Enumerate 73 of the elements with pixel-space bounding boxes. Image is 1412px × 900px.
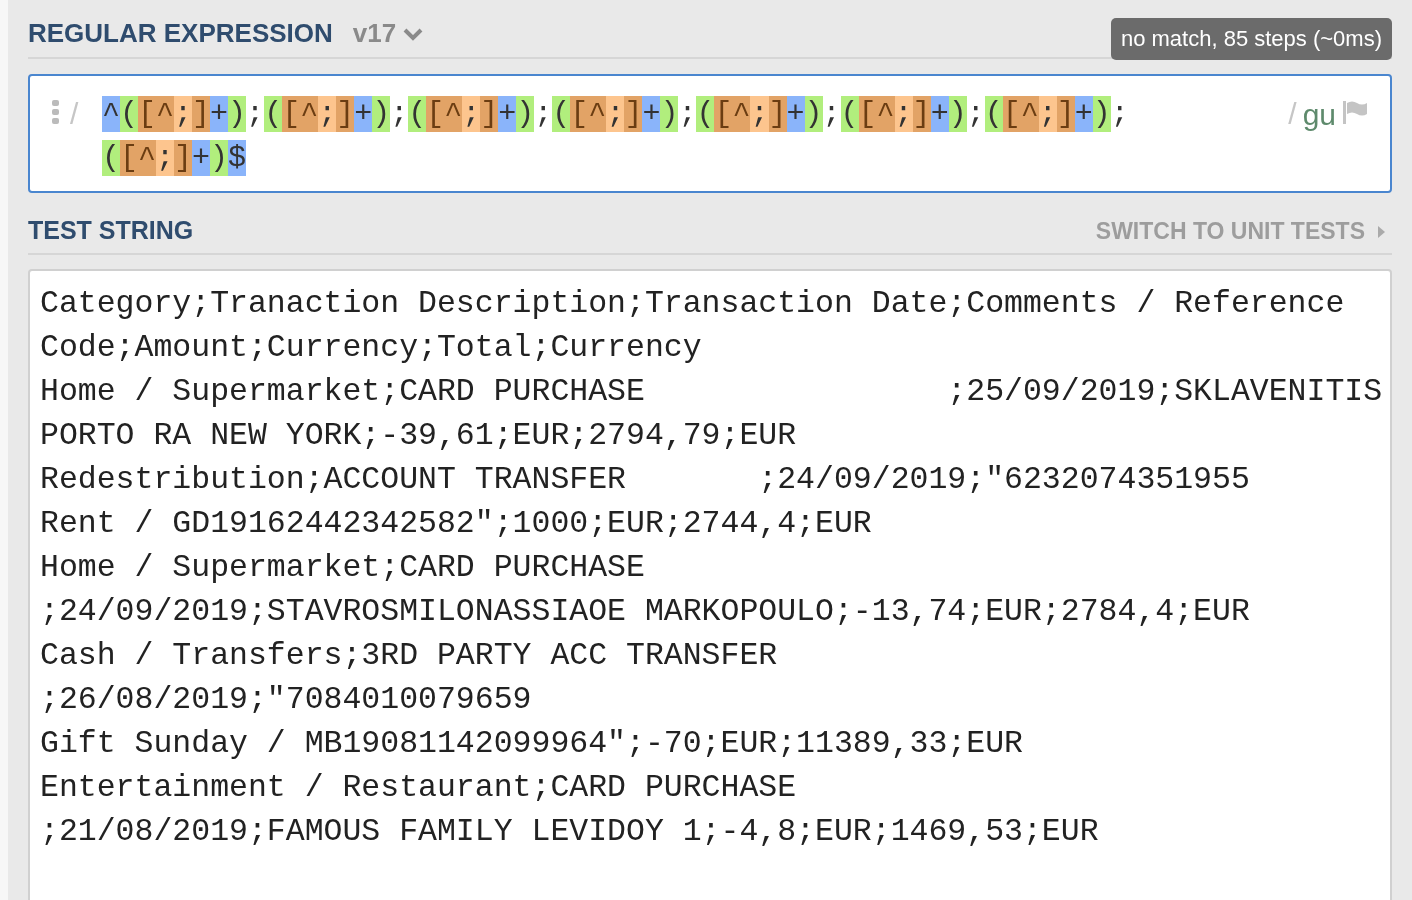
test-string-line: ;26/08/2019;"7084010079659 <box>40 681 533 719</box>
group-token: ( <box>264 96 283 132</box>
switch-link[interactable]: SWITCH TO UNIT TESTS <box>1095 218 1392 245</box>
test-string-line: Code;Amount;Currency;Total;Currency <box>40 329 703 367</box>
test-string-line: Entertainment / Restaurant;CARD PURCHASE <box>40 769 798 807</box>
set-char-token: ; <box>462 96 481 132</box>
anchor-token: $ <box>228 140 247 176</box>
group-token: ) <box>210 140 229 176</box>
group-token: ( <box>552 96 571 132</box>
group-token: ( <box>840 96 859 132</box>
test-string-line: Cash / Transfers;3RD PARTY ACC TRANSFER <box>40 637 779 675</box>
test-string-editor[interactable] <box>28 269 1392 900</box>
caret-right-icon <box>1377 224 1386 239</box>
literal-token: ; <box>390 96 409 132</box>
section-title: TEST STRING <box>28 216 194 245</box>
literal-token: ; <box>822 96 841 132</box>
set-token: [^ <box>120 140 157 176</box>
group-token: ( <box>120 96 139 132</box>
quantifier-token: + <box>642 96 661 132</box>
set-token: ] <box>336 96 355 132</box>
set-token: [^ <box>1002 96 1039 132</box>
chevron-down-icon <box>402 26 425 41</box>
test-string-line: PORTO RA NEW YORK;-39,61;EUR;2794,79;EUR <box>40 417 798 455</box>
group-token: ( <box>696 96 715 132</box>
test-string-line: Redestribution;ACCOUNT TRANSFER ;24/09/2019;"6232074351955 <box>40 461 1251 499</box>
literal-token: ; <box>678 96 697 132</box>
set-token: [^ <box>714 96 751 132</box>
group-token: ) <box>228 96 247 132</box>
test-string-line: Home / Supermarket;CARD PURCHASE ;25/09/2019;SKLAVENITIS <box>40 373 1380 411</box>
set-char-token: ; <box>156 140 175 176</box>
test-string-line: ;24/09/2019;STAVROSMILONASSIAOE MARKOPOULO;-13,74;EUR;2784,4;EUR <box>40 593 1251 631</box>
group-token: ( <box>984 96 1003 132</box>
literal-token: ; <box>966 96 985 132</box>
anchor-token: ^ <box>102 96 120 132</box>
set-token: [^ <box>570 96 607 132</box>
quantifier-token: + <box>210 96 229 132</box>
set-char-token: ; <box>174 96 193 132</box>
group-token: ( <box>408 96 427 132</box>
delimiter: / <box>70 100 79 128</box>
regex-input[interactable]: / ^([^;]+);([^;]+);([^;]+);([^;]+);([^;]+);([^;]+);([^;]+); ([^;]+)$ / gu <box>28 74 1392 193</box>
group-token: ) <box>516 96 535 132</box>
quantifier-token: + <box>354 96 373 132</box>
set-token: [^ <box>858 96 895 132</box>
set-token: ] <box>624 96 643 132</box>
flags-button[interactable]: gu <box>1302 100 1336 130</box>
section-title: REGULAR EXPRESSION <box>28 18 333 49</box>
set-token: [^ <box>426 96 463 132</box>
test-string-line: Gift Sunday / MB19081142099964";-70;EUR;11389,33;EUR <box>40 725 1024 763</box>
literal-token: ; <box>246 96 265 132</box>
group-token: ) <box>372 96 391 132</box>
set-token: ] <box>174 140 193 176</box>
set-token: [^ <box>282 96 319 132</box>
quantifier-token: + <box>192 140 211 176</box>
test-string-line: ;21/08/2019;FAMOUS FAMILY LEVIDOY 1;-4,8;EUR;1469,53;EUR <box>40 813 1100 851</box>
set-token: ] <box>192 96 211 132</box>
test-string-line: Rent / GD19162442342582";1000;EUR;2744,4;EUR <box>40 505 873 543</box>
test-string-line: Category;Tranaction Description;Transaction Date;Comments / Reference <box>40 285 1346 323</box>
flag-icon[interactable] <box>1342 100 1368 124</box>
set-char-token: ; <box>750 96 769 132</box>
group-token: ( <box>102 140 120 176</box>
delimiter: / <box>1288 100 1297 128</box>
status-badge: no match, 85 steps (~0ms) <box>1110 18 1392 60</box>
set-token: ] <box>480 96 499 132</box>
set-char-token: ; <box>318 96 337 132</box>
test-string-line: Home / Supermarket;CARD PURCHASE <box>40 549 646 587</box>
quantifier-token: + <box>498 96 517 132</box>
literal-token: ; <box>1110 96 1129 132</box>
version-dropdown[interactable]: v17 <box>352 18 425 49</box>
group-token: ) <box>660 96 679 132</box>
drag-handle-icon[interactable] <box>52 100 60 124</box>
set-char-token: ; <box>606 96 625 132</box>
set-token: [^ <box>138 96 175 132</box>
literal-token: ; <box>534 96 553 132</box>
